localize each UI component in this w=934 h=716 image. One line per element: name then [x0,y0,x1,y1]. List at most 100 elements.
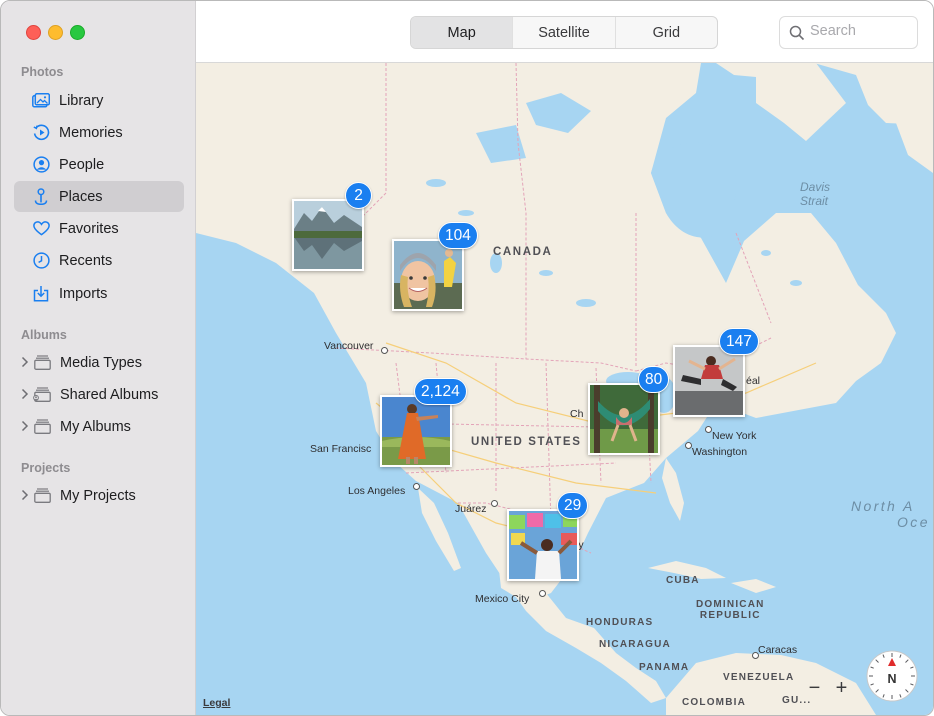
sidebar-item-label: People [59,156,105,173]
zoom-controls: − + [801,676,855,700]
sidebar-item-label: Library [59,92,104,109]
folder-stack-icon [33,418,51,436]
section-header-photos: Photos [21,65,64,79]
map-label-cuba: CUBA [666,575,700,586]
city-dot-vancouver [381,347,388,354]
compass-button[interactable]: N [865,649,919,703]
map-base-layer [196,63,933,715]
sidebar-item-my-albums[interactable]: My Albums [14,411,184,442]
sidebar-item-label: My Albums [60,418,131,435]
papel-picado-photo[interactable] [507,509,579,581]
sidebar-item-favorites[interactable]: Favorites [14,213,184,244]
photo-count-badge: 80 [638,366,670,393]
map-label-caracas: Caracas [758,644,798,656]
sidebar-item-label: Media Types [60,354,142,371]
orange-dress-photo[interactable] [380,395,452,467]
search-field[interactable] [779,16,918,49]
chevron-right-icon[interactable] [20,356,30,368]
map-label-nicaragua: NICARAGUA [599,639,671,650]
map-label-new-york: New York [712,430,757,442]
map-label-washington: Washington [692,446,748,458]
map-label-davis-line-2: Strait [800,194,829,208]
city-dot-mexico-city [539,590,546,597]
shared-folder-icon [33,386,51,404]
city-dot-los-angeles [413,483,420,490]
sidebar-item-people[interactable]: People [14,149,184,180]
minimize-window-button[interactable] [48,25,63,40]
close-window-button[interactable] [26,25,41,40]
folder-stack-icon [33,487,51,505]
map-label-los-angeles: Los Angeles [348,485,406,497]
mountain-lake-photo[interactable] [292,199,364,271]
photo-count-badge: 2,124 [414,378,467,405]
map-label-atlantic-line-1: North A [851,498,915,514]
section-header-albums: Albums [21,328,67,342]
zoom-in-button[interactable]: + [828,676,855,700]
photo-count-badge: 147 [719,328,759,355]
map-label-davis-line-1: Davis [800,180,831,194]
sidebar-item-label: Places [59,188,103,205]
map-label-mexico-city: Mexico City [475,593,530,605]
library-icon [32,92,50,110]
search-input[interactable] [810,23,910,39]
sidebar-item-places[interactable]: Places [14,181,184,212]
map-label-atlantic-ocean: North A Oce [851,498,930,530]
legal-link[interactable]: Legal [203,697,230,709]
search-icon [789,25,805,41]
photo-count-badge: 29 [557,492,589,519]
sidebar-item-recents[interactable]: Recents [14,245,184,276]
zoom-window-button[interactable] [70,25,85,40]
map-label-united-states: UNITED STATES [471,436,582,448]
map-label-chicago: Ch [570,408,584,420]
toolbar: Map Satellite Grid [196,1,933,63]
photo-count-badge: 2 [345,182,372,209]
folder-stack-icon [33,354,51,372]
clock-icon [32,252,50,270]
sidebar-item-label: Recents [59,252,113,269]
view-mode-segmented-control: Map Satellite Grid [410,16,718,49]
compass-north-label: N [887,672,897,686]
sidebar-item-label: My Projects [60,487,136,504]
sidebar-item-memories[interactable]: Memories [14,117,184,148]
map-label-san-francisco: San Francisc [310,443,372,455]
sidebar-item-imports[interactable]: Imports [14,278,184,309]
tab-satellite[interactable]: Satellite [513,17,616,48]
photo-count-badge: 104 [438,222,478,249]
sidebar-item-label: Imports [59,285,108,302]
sidebar-item-library[interactable]: Library [14,85,184,116]
imports-icon [32,285,50,303]
zoom-out-button[interactable]: − [801,676,828,700]
selfie-photo[interactable] [392,239,464,311]
map-label-vancouver: Vancouver [324,340,374,352]
section-header-projects: Projects [21,461,71,475]
map-label-atlantic-line-2: Oce [897,514,930,530]
map-label-juarez: Juárez [455,503,487,515]
memories-icon [32,124,50,142]
map-label-venezuela: VENEZUELA [723,672,795,683]
map-label-dominican-line-2: REPUBLIC [699,610,761,621]
tab-map[interactable]: Map [411,17,514,48]
city-dot-new-york [705,426,712,433]
tab-grid[interactable]: Grid [616,17,717,48]
hammock-photo[interactable] [588,383,660,455]
city-dot-washington [685,442,692,449]
places-map[interactable]: CANADA UNITED STATES CUBA DOMINICAN REPU… [196,63,933,715]
sidebar: Photos Library Memories People Places Fa… [1,1,196,715]
map-label-colombia: COLOMBIA [682,697,747,708]
sidebar-item-label: Shared Albums [60,386,159,403]
sidebar-item-label: Memories [59,124,123,141]
map-label-canada: CANADA [493,246,553,258]
places-icon [32,187,50,206]
chevron-right-icon[interactable] [20,420,30,432]
sidebar-item-label: Favorites [59,220,119,237]
sidebar-item-shared-albums[interactable]: Shared Albums [14,379,184,410]
sidebar-item-my-projects[interactable]: My Projects [14,480,184,511]
chevron-right-icon[interactable] [20,489,30,501]
jumping-photo[interactable] [673,345,745,417]
map-label-dominican-republic: DOMINICAN REPUBLIC [696,599,765,621]
sidebar-item-media-types[interactable]: Media Types [14,347,184,378]
map-label-panama: PANAMA [639,662,690,673]
chevron-right-icon[interactable] [20,388,30,400]
city-dot-juarez [491,500,498,507]
map-label-davis-strait: Davis Strait [800,180,830,208]
